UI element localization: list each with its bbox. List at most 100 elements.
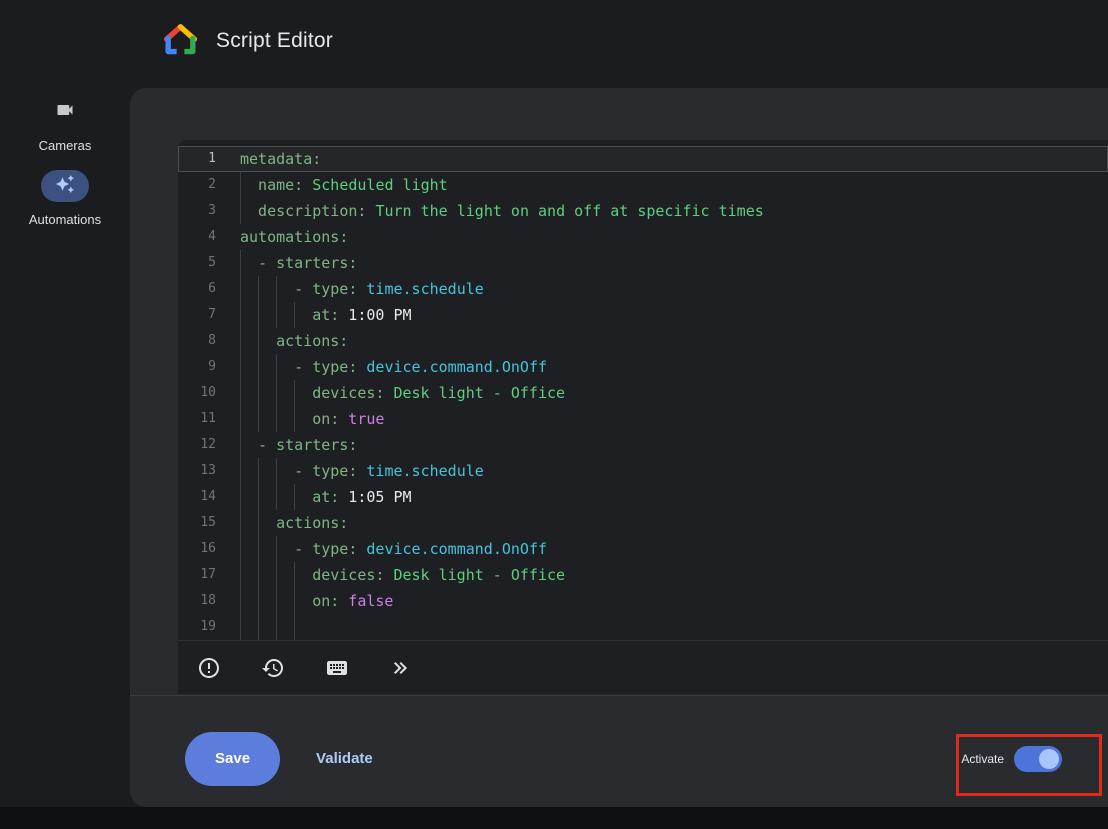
code-token: - [294, 358, 312, 376]
code-token: - [294, 280, 312, 298]
code-token: true [339, 410, 384, 428]
history-icon[interactable] [261, 656, 285, 680]
code-line[interactable]: 15actions: [178, 510, 1108, 536]
code-token: type: [312, 358, 357, 376]
code-token: metadata: [240, 150, 321, 168]
error-outline-icon[interactable] [197, 656, 221, 680]
indent-guide [258, 536, 276, 562]
code-token: - [258, 436, 276, 454]
code-line[interactable]: 16- type: device.command.OnOff [178, 536, 1108, 562]
line-number: 12 [178, 432, 240, 458]
code-token: actions: [276, 332, 348, 350]
indent-guide [294, 562, 312, 588]
code-token: name: [258, 176, 303, 194]
code-line[interactable]: 18on: false [178, 588, 1108, 614]
indent-guide [240, 302, 258, 328]
line-number: 14 [178, 484, 240, 510]
indent-guide [294, 302, 312, 328]
activate-toggle[interactable] [1014, 746, 1062, 772]
code-token: - [294, 462, 312, 480]
code-line[interactable]: 1metadata: [178, 146, 1108, 172]
script-editor[interactable]: 1metadata:2name: Scheduled light3 descrip… [178, 140, 1108, 694]
indent-guide [240, 354, 258, 380]
code-line[interactable]: 4automations: [178, 224, 1108, 250]
indent-guide [240, 198, 258, 224]
code-line[interactable]: 7at: 1:00 PM [178, 302, 1108, 328]
code-token: devices: [312, 566, 384, 584]
code-line[interactable]: 8actions: [178, 328, 1108, 354]
indent-guide [258, 484, 276, 510]
code-line[interactable]: 19 [178, 614, 1108, 640]
code-line[interactable]: 9- type: device.command.OnOff [178, 354, 1108, 380]
indent-guide [240, 380, 258, 406]
code-line[interactable]: 2name: Scheduled light [178, 172, 1108, 198]
indent-guide [240, 458, 258, 484]
code-line[interactable]: 5- starters: [178, 250, 1108, 276]
line-number: 19 [178, 614, 240, 640]
editor-footer: Save Validate Activate [130, 695, 1108, 807]
indent-guide [258, 510, 276, 536]
indent-guide [240, 276, 258, 302]
sidebar: Cameras Automations [0, 88, 130, 807]
google-home-logo[interactable] [162, 23, 199, 59]
code-lines: 1metadata:2name: Scheduled light3 descrip… [178, 140, 1108, 640]
code-line[interactable]: 17 devices: Desk light - Office [178, 562, 1108, 588]
code-line[interactable]: 10devices: Desk light - Office [178, 380, 1108, 406]
code-line[interactable]: 12- starters: [178, 432, 1108, 458]
code-token: actions: [276, 514, 348, 532]
indent-guide [258, 588, 276, 614]
indent-guide [240, 588, 258, 614]
code-line[interactable]: 11on: true [178, 406, 1108, 432]
keyboard-icon[interactable] [325, 656, 349, 680]
line-number: 17 [178, 562, 240, 588]
indent-guide [294, 380, 312, 406]
indent-guide [276, 302, 294, 328]
code-token: false [339, 592, 393, 610]
line-number: 13 [178, 458, 240, 484]
indent-guide [240, 562, 258, 588]
code-token: 1:05 PM [339, 488, 411, 506]
code-line[interactable]: 6- type: time.schedule [178, 276, 1108, 302]
indent-guide [276, 354, 294, 380]
code-token: at: [312, 306, 339, 324]
save-button[interactable]: Save [185, 732, 280, 786]
code-token: automations: [240, 228, 348, 246]
auto-awesome-icon [55, 174, 75, 199]
sidebar-item-label: Cameras [0, 138, 130, 153]
line-number: 3 [178, 198, 240, 224]
code-line[interactable]: 3description: Turn the light on and off … [178, 198, 1108, 224]
page-title: Script Editor [216, 29, 333, 53]
indent-guide [294, 614, 312, 640]
indent-guide [240, 484, 258, 510]
line-number: 7 [178, 302, 240, 328]
code-line[interactable]: 14at: 1:05 PM [178, 484, 1108, 510]
line-number: 11 [178, 406, 240, 432]
code-token: device.command.OnOff [357, 358, 547, 376]
code-token: description: [258, 202, 366, 220]
indent-guide [240, 536, 258, 562]
double-chevron-right-icon[interactable] [389, 656, 413, 680]
sidebar-item-automations[interactable]: Automations [0, 170, 130, 227]
code-line[interactable]: 13- type: time.schedule [178, 458, 1108, 484]
line-number: 18 [178, 588, 240, 614]
indent-guide [276, 380, 294, 406]
indent-guide [240, 328, 258, 354]
code-token: device.command.OnOff [357, 540, 547, 558]
indent-guide [276, 562, 294, 588]
indent-guide [276, 484, 294, 510]
home-logo-icon [162, 23, 199, 58]
indent-guide [258, 302, 276, 328]
code-token: time.schedule [357, 462, 483, 480]
code-token: Scheduled light [303, 176, 448, 194]
activate-label: Activate [961, 752, 1004, 766]
sidebar-item-cameras[interactable]: Cameras [0, 96, 130, 153]
code-token: Desk light - Office [384, 384, 565, 402]
indent-guide [258, 406, 276, 432]
code-token: devices: [312, 384, 384, 402]
code-token: - [294, 540, 312, 558]
code-token: Desk light - Office [384, 566, 565, 584]
indent-guide [240, 406, 258, 432]
validate-button[interactable]: Validate [310, 749, 379, 768]
indent-guide [294, 406, 312, 432]
code-token: starters: [276, 436, 357, 454]
